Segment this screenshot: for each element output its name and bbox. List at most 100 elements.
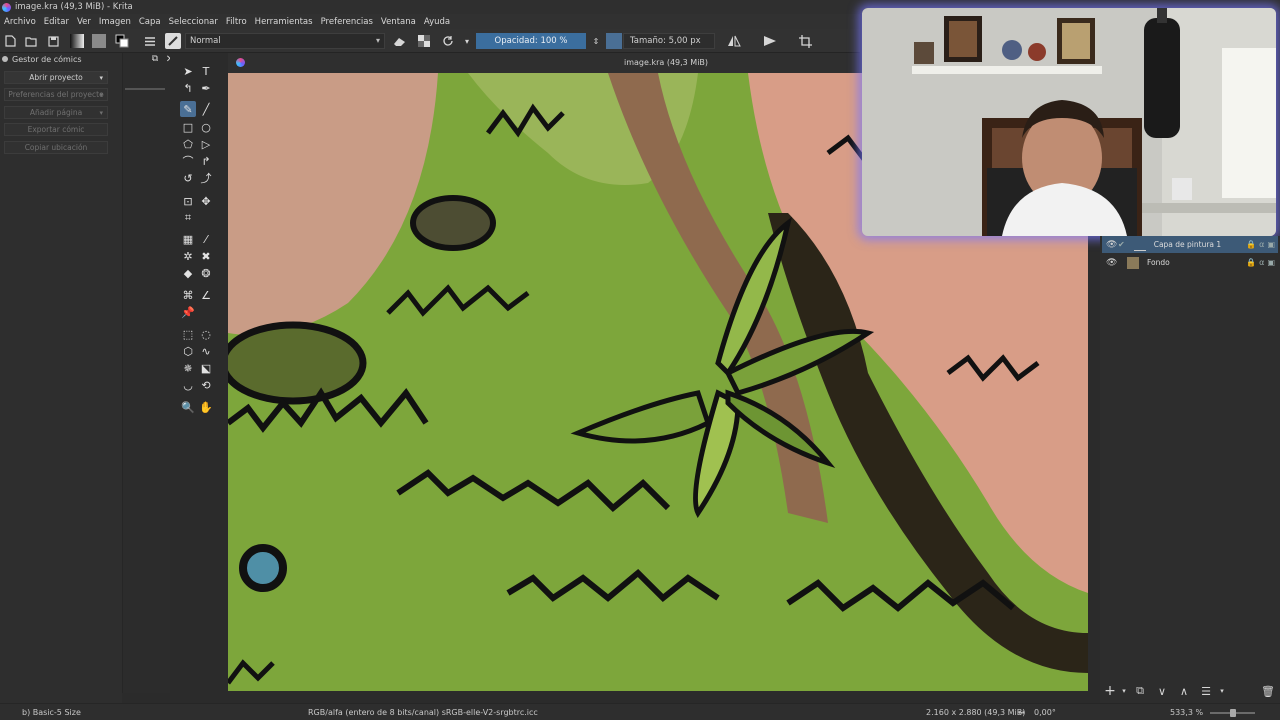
delete-layer-icon[interactable]: 🗑 <box>1260 683 1276 699</box>
layers-footer: + ▾ ⧉ ∨ ∧ ☰ ▾ 🗑 <box>1100 680 1280 702</box>
multibrush-icon[interactable]: ⤴ <box>198 170 214 186</box>
freehand-path-icon[interactable]: ↱ <box>198 153 214 169</box>
layers-docker: 👁 ✔ Capa de pintura 1 🔒 α ▣ 👁 Fondo 🔒 α … <box>1100 236 1280 704</box>
layer-row[interactable]: 👁 Fondo 🔒 α ▣ <box>1102 254 1278 271</box>
freehand-select-icon[interactable]: ∿ <box>198 343 214 359</box>
copy-location-button[interactable]: Copiar ubicación <box>4 141 108 154</box>
menu-lines-icon[interactable] <box>142 33 158 49</box>
brush-preset-icon[interactable] <box>165 33 181 49</box>
color-swap-icon[interactable] <box>114 33 130 49</box>
transform-icon[interactable]: ⊡ <box>180 193 196 209</box>
eraser-icon[interactable] <box>391 33 407 49</box>
similar-select-icon[interactable]: ⬕ <box>198 360 214 376</box>
chevron-down-icon[interactable]: ▾ <box>459 33 475 49</box>
menu-seleccionar[interactable]: Seleccionar <box>169 17 218 27</box>
fill-tool-icon[interactable]: ◆ <box>180 265 196 281</box>
pan-icon[interactable]: ✋ <box>198 399 214 415</box>
menu-bar: Archivo Editar Ver Imagen Capa Seleccion… <box>0 14 860 29</box>
open-icon[interactable] <box>23 33 39 49</box>
alpha-icon[interactable]: α <box>1259 240 1264 249</box>
crop-icon[interactable]: ⌗ <box>180 210 196 226</box>
gradient-tool-icon[interactable]: ▦ <box>180 231 196 247</box>
visibility-eye-icon[interactable]: 👁 <box>1106 240 1118 250</box>
size-slider[interactable]: Tamaño: 5,00 px <box>623 33 715 49</box>
move-icon[interactable]: ✥ <box>198 193 214 209</box>
polyline-tool-icon[interactable]: ▷ <box>198 136 214 152</box>
mirror-vertical-icon[interactable] <box>762 33 778 49</box>
alpha-lock-icon[interactable] <box>416 33 432 49</box>
menu-herramientas[interactable]: Herramientas <box>255 17 313 27</box>
polygon-tool-icon[interactable]: ⬠ <box>180 136 196 152</box>
calligraphy-icon[interactable]: ✒ <box>198 80 214 96</box>
menu-ayuda[interactable]: Ayuda <box>424 17 450 27</box>
opacity-label: Opacidad: 100 % <box>494 36 568 46</box>
inherit-alpha-icon[interactable]: ▣ <box>1267 258 1275 267</box>
lock-icon[interactable]: 🔒 <box>1246 240 1256 249</box>
mirror-horizontal-icon[interactable] <box>726 33 742 49</box>
measure-tool-icon[interactable]: ∠ <box>198 287 214 303</box>
export-comic-button[interactable]: Exportar cómic <box>4 123 108 136</box>
visibility-eye-icon[interactable]: 👁 <box>1106 258 1118 268</box>
ellipse-select-icon[interactable]: ◌ <box>198 326 214 342</box>
menu-ventana[interactable]: Ventana <box>381 17 416 27</box>
chevron-down-icon[interactable]: ▾ <box>1214 683 1230 699</box>
edit-shapes-icon[interactable]: ↰ <box>180 80 196 96</box>
bezier-select-icon[interactable]: ◡ <box>180 377 196 393</box>
add-page-button[interactable]: Añadir página ▾ <box>4 106 108 119</box>
rotation-status: 0,00° <box>1034 708 1056 717</box>
select-shapes-icon[interactable]: ➤ <box>180 63 196 79</box>
zoom-icon[interactable]: 🔍 <box>180 399 196 415</box>
spin-arrows-icon[interactable]: ⇕ <box>588 33 604 49</box>
menu-ver[interactable]: Ver <box>77 17 91 27</box>
menu-imagen[interactable]: Imagen <box>99 17 131 27</box>
menu-editar[interactable]: Editar <box>44 17 69 27</box>
color-picker-icon[interactable]: ⁄ <box>198 231 214 247</box>
rectangle-tool-icon[interactable]: □ <box>180 119 196 135</box>
alpha-icon[interactable]: α <box>1259 258 1264 267</box>
reference-tool-icon[interactable]: 📌 <box>180 304 196 320</box>
magic-wand-icon[interactable]: ✵ <box>180 360 196 376</box>
polygon-select-icon[interactable]: ⬡ <box>180 343 196 359</box>
menu-capa[interactable]: Capa <box>139 17 161 27</box>
line-tool-icon[interactable]: ╱ <box>198 101 214 117</box>
docker-title-text: Gestor de cómics <box>12 54 82 64</box>
magnetic-select-icon[interactable]: ⟲ <box>198 377 214 393</box>
open-project-button[interactable]: Abrir proyecto ▾ <box>4 71 108 84</box>
chevron-down-icon[interactable]: ▾ <box>1116 683 1132 699</box>
layer-properties-icon[interactable]: ☰ <box>1198 683 1214 699</box>
wrap-icon[interactable] <box>797 33 813 49</box>
lock-icon[interactable]: 🔒 <box>1246 258 1256 267</box>
gradient-icon[interactable] <box>70 34 84 48</box>
menu-archivo[interactable]: Archivo <box>4 17 36 27</box>
chevron-down-icon: ▾ <box>99 108 103 117</box>
inherit-alpha-icon[interactable]: ▣ <box>1267 240 1275 249</box>
freehand-brush-icon[interactable]: ✎ <box>180 101 196 117</box>
layer-row[interactable]: 👁 ✔ Capa de pintura 1 🔒 α ▣ <box>1102 236 1278 253</box>
rotation-icon[interactable]: ↔ <box>1018 708 1025 717</box>
project-settings-button[interactable]: Preferencias del proyecto ▾ <box>4 88 108 101</box>
rect-select-icon[interactable]: ⬚ <box>180 326 196 342</box>
colorize-mask-icon[interactable]: ✲ <box>180 248 196 264</box>
opacity-slider[interactable]: Opacidad: 100 % <box>476 33 586 49</box>
text-tool-icon[interactable]: T <box>198 63 214 79</box>
zoom-slider-handle[interactable] <box>1230 709 1236 717</box>
menu-preferencias[interactable]: Preferencias <box>321 17 373 27</box>
color-space-status: RGB/alfa (entero de 8 bits/canal) sRGB-e… <box>308 708 538 717</box>
ellipse-tool-icon[interactable]: ○ <box>198 119 214 135</box>
assistant-tool-icon[interactable]: ⌘ <box>180 287 196 303</box>
move-layer-down-icon[interactable]: ∨ <box>1154 683 1170 699</box>
duplicate-layer-icon[interactable]: ⧉ <box>1132 683 1148 699</box>
dynamic-brush-icon[interactable]: ↺ <box>180 170 196 186</box>
divider <box>125 88 165 90</box>
enclose-fill-icon[interactable]: ❂ <box>198 265 214 281</box>
move-layer-up-icon[interactable]: ∧ <box>1176 683 1192 699</box>
bezier-tool-icon[interactable]: ⌒ <box>180 153 196 169</box>
menu-filtro[interactable]: Filtro <box>226 17 247 27</box>
smart-patch-icon[interactable]: ✖ <box>198 248 214 264</box>
reload-icon[interactable] <box>440 33 456 49</box>
new-document-icon[interactable] <box>2 33 18 49</box>
float-docker-icon[interactable]: ⧉ <box>147 51 163 67</box>
save-icon[interactable] <box>45 33 61 49</box>
pattern-icon[interactable] <box>92 34 106 48</box>
blend-mode-select[interactable]: Normal ▾ <box>185 33 385 49</box>
